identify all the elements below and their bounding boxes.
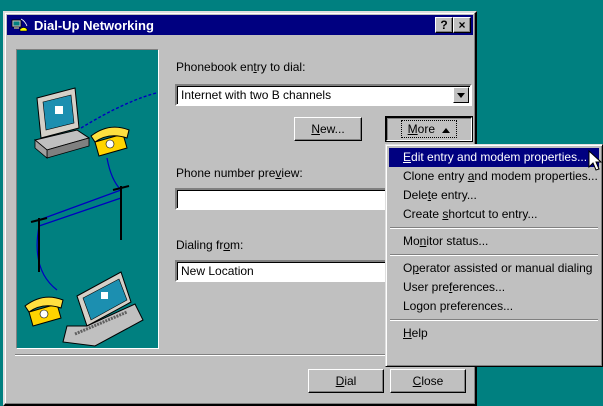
- more-dropdown-menu: Edit entry and modem properties... Clone…: [385, 144, 603, 367]
- phonebook-entry-label: Phonebook entry to dial:: [176, 60, 306, 74]
- menu-item-clone-entry[interactable]: Clone entry and modem properties...: [389, 167, 599, 186]
- window-title: Dial-Up Networking: [34, 17, 154, 33]
- menu-item-delete-entry[interactable]: Delete entry...: [389, 186, 599, 205]
- dialing-from-label: Dialing from:: [176, 238, 244, 252]
- dial-button[interactable]: Dial: [308, 369, 384, 393]
- phone-number-preview-field[interactable]: [175, 188, 395, 210]
- more-button[interactable]: More: [385, 116, 473, 142]
- close-window-button[interactable]: ×: [453, 17, 471, 33]
- menu-item-edit-entry[interactable]: Edit entry and modem properties...: [389, 148, 599, 167]
- menu-item-create-shortcut[interactable]: Create shortcut to entry...: [389, 205, 599, 224]
- phone-number-preview-label: Phone number preview:: [176, 166, 303, 180]
- menu-item-user-preferences[interactable]: User preferences...: [389, 278, 599, 297]
- help-button[interactable]: ?: [435, 17, 453, 33]
- menu-item-help[interactable]: Help: [389, 324, 599, 343]
- title-bar[interactable]: Dial-Up Networking ? ×: [7, 15, 473, 35]
- close-button[interactable]: Close: [390, 369, 466, 393]
- phonebook-entry-value: Internet with two B channels: [181, 88, 332, 102]
- menu-separator: [389, 316, 599, 324]
- menu-item-logon-preferences[interactable]: Logon preferences...: [389, 297, 599, 316]
- new-entry-button[interactable]: New...: [294, 117, 362, 141]
- menu-separator: [389, 251, 599, 259]
- dropdown-arrow-icon[interactable]: [453, 87, 469, 103]
- menu-item-operator-assisted-dialing[interactable]: Operator assisted or manual dialing: [389, 259, 599, 278]
- phonebook-entry-dropdown[interactable]: Internet with two B channels: [175, 84, 472, 106]
- mouse-pointer-icon: [588, 150, 602, 171]
- menu-item-monitor-status[interactable]: Monitor status...: [389, 232, 599, 251]
- dialup-illustration: [16, 49, 159, 349]
- menu-separator: [389, 224, 599, 232]
- arrow-up-icon: [442, 128, 451, 133]
- dialing-from-field[interactable]: New Location: [175, 260, 395, 282]
- dialup-networking-icon: [11, 17, 29, 33]
